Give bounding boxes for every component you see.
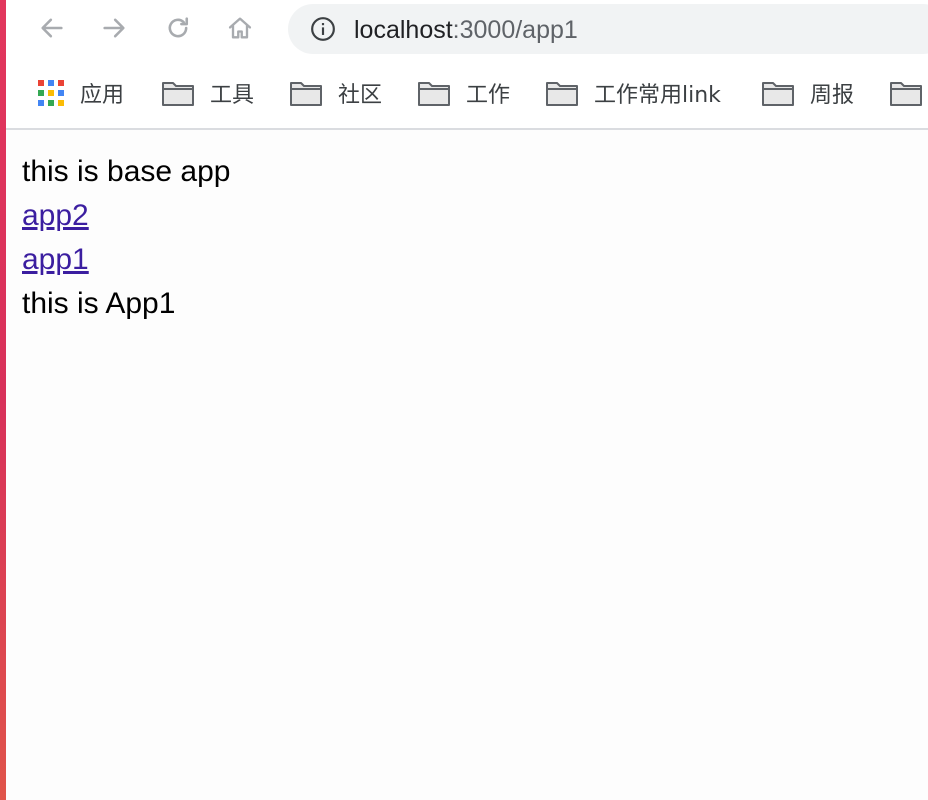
bookmark-folder-work-links[interactable]: 工作常用link	[546, 78, 721, 108]
bookmark-folder-label: 工作	[466, 83, 511, 108]
reload-button[interactable]	[160, 10, 196, 46]
reload-icon	[168, 17, 189, 38]
bookmark-folder-label: 工具	[210, 83, 255, 108]
bookmark-apps-label: 应用	[80, 83, 125, 108]
bookmarks-bar: 应用 工具 社区 工作 工作常用link 周报	[6, 62, 928, 130]
bookmark-folder-overflow[interactable]	[890, 78, 922, 108]
bookmark-folder-label: 工作常用link	[594, 83, 721, 108]
bookmark-folder-community[interactable]: 社区	[290, 78, 382, 108]
address-url[interactable]: localhost:3000/app1	[354, 17, 578, 43]
folder-icon	[890, 82, 922, 106]
info-circle-icon[interactable]	[310, 16, 336, 42]
app1-content-text: this is App1	[22, 287, 176, 320]
arrow-left-icon	[41, 18, 63, 38]
home-icon	[228, 17, 252, 39]
app2-link[interactable]: app2	[22, 199, 89, 232]
home-button[interactable]	[222, 10, 258, 46]
folder-icon	[290, 82, 322, 106]
bookmark-folder-weekly-report[interactable]: 周报	[762, 78, 854, 108]
arrow-right-icon	[103, 18, 125, 38]
folder-icon	[762, 82, 794, 106]
url-path: :3000/app1	[452, 16, 578, 44]
apps-grid-icon	[38, 80, 64, 106]
bookmark-folder-tools[interactable]: 工具	[162, 78, 254, 108]
folder-icon	[162, 82, 194, 106]
base-app-heading: this is base app	[22, 155, 231, 188]
app1-link-row: app1	[22, 238, 230, 282]
bookmark-folder-label: 周报	[810, 83, 855, 108]
bookmark-folder-work[interactable]: 工作	[418, 78, 510, 108]
bookmark-folder-label: 社区	[338, 83, 383, 108]
folder-icon	[418, 82, 450, 106]
bookmark-apps[interactable]: 应用	[38, 78, 124, 108]
url-host: localhost	[354, 16, 453, 44]
app1-link[interactable]: app1	[22, 243, 89, 276]
app2-link-row: app2	[22, 194, 230, 238]
back-button[interactable]	[34, 10, 70, 46]
folder-icon	[546, 82, 578, 106]
browser-toolbar: localhost:3000/app1	[6, 0, 928, 62]
page-content: this is base app app2 app1 this is App1	[22, 150, 230, 326]
forward-button[interactable]	[96, 10, 132, 46]
address-bar[interactable]: localhost:3000/app1	[288, 4, 928, 54]
browser-window: localhost:3000/app1 应用 工具 社区 工作 工作常用link	[6, 0, 928, 800]
